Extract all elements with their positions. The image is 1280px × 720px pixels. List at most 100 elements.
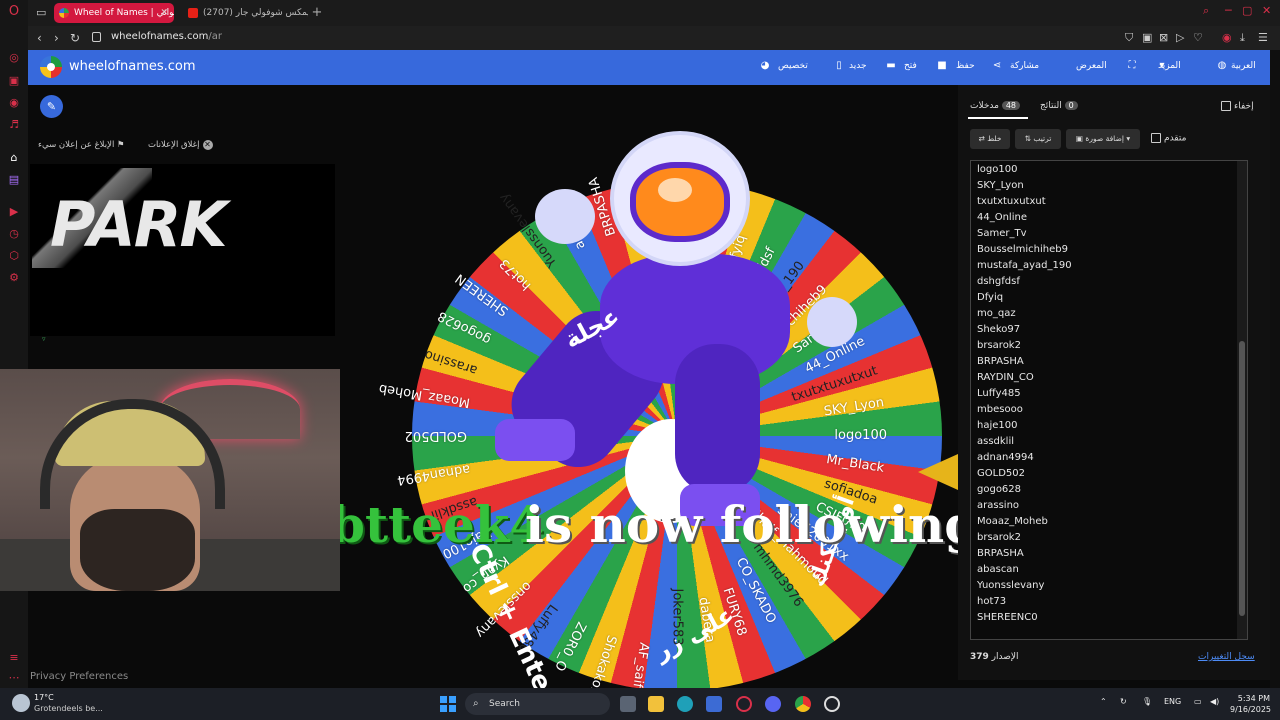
bag-icon[interactable]: ▣	[6, 73, 22, 89]
hide-checkbox[interactable]	[1221, 101, 1231, 111]
add-image-button[interactable]: ▣ إضافة صورة ▾	[1066, 129, 1140, 149]
task-view-icon[interactable]	[620, 696, 636, 712]
opera-gx-icon[interactable]: ≡	[6, 650, 22, 666]
entry-line[interactable]: BRPASHA	[977, 548, 1024, 559]
sort-button[interactable]: ⇅ ترتيب	[1015, 129, 1061, 149]
search-tabs-icon[interactable]: ⌕	[1203, 4, 1209, 18]
entry-line[interactable]: gogo628	[977, 484, 1021, 495]
tab-results[interactable]: النتائج 0	[1040, 101, 1081, 111]
favorite-heart-icon[interactable]: ♡	[1193, 31, 1203, 44]
messenger-icon[interactable]: ◉	[6, 95, 22, 111]
entry-line[interactable]: Sheko97	[977, 324, 1020, 335]
entry-line[interactable]: arassino	[977, 500, 1019, 511]
entry-line[interactable]: SHEREENC0	[977, 612, 1038, 623]
profile-icon[interactable]: ◉	[1222, 31, 1232, 44]
entry-line[interactable]: hot73	[977, 596, 1006, 607]
entry-line[interactable]: haje100	[977, 420, 1017, 431]
edit-pencil-icon[interactable]: ✎	[40, 95, 63, 118]
music-icon[interactable]: ♬	[6, 117, 22, 133]
easy-setup-icon[interactable]: ☰	[1258, 31, 1268, 44]
entry-line[interactable]: brsarok2	[977, 340, 1021, 351]
weather-desc[interactable]: Grotendeels be...	[34, 704, 103, 713]
entry-line[interactable]: Luffy485	[977, 388, 1021, 399]
entry-line[interactable]: dshgfdsf	[977, 276, 1020, 287]
entries-textarea[interactable]: logo100 SKY_Lyon txutxtuxutxut 44_Online Sam…	[970, 160, 1248, 640]
close-window-icon[interactable]: ✕	[1262, 4, 1271, 17]
site-brand[interactable]: wheelofnames.com	[69, 59, 196, 74]
report-ad-link[interactable]: الإبلاغ عن إعلان سيء ⚑	[38, 140, 125, 150]
customize-button[interactable]: تخصيص	[778, 61, 808, 71]
tab-close-icon[interactable]: ✕	[154, 3, 174, 23]
aria-icon[interactable]: ◎	[6, 50, 22, 66]
advanced-checkbox[interactable]	[1151, 133, 1161, 143]
ad-choices-icon[interactable]: ▿	[42, 335, 46, 343]
entry-line[interactable]: Yuonsslevany	[977, 580, 1044, 591]
start-windows-icon[interactable]	[440, 696, 456, 712]
maximize-icon[interactable]: ▢	[1242, 4, 1252, 17]
chrome-icon[interactable]	[795, 696, 811, 712]
tab-entries[interactable]: مدخلات 48	[970, 101, 1023, 111]
extensions-icon[interactable]: ⬡	[6, 248, 22, 264]
twitch-icon[interactable]: ▤	[6, 172, 22, 188]
entry-line[interactable]: mbesooo	[977, 404, 1023, 415]
share-button[interactable]: مشاركة	[1010, 61, 1039, 71]
clock[interactable]: 5:34 PM 9/16/2025	[1230, 693, 1271, 715]
language-button[interactable]: العربية	[1231, 61, 1256, 71]
weather-temp[interactable]: 17°C	[34, 693, 54, 702]
entry-line[interactable]: logo100	[977, 164, 1017, 175]
back-icon[interactable]: ‹	[37, 30, 42, 46]
fullscreen-icon[interactable]: ⛶	[1126, 60, 1138, 72]
entry-line[interactable]: mustafa_ayad_190	[977, 260, 1072, 271]
entry-line[interactable]: adnan4994	[977, 452, 1034, 463]
network-icon[interactable]: ▭	[1194, 697, 1202, 706]
site-logo-icon[interactable]	[40, 56, 62, 78]
entry-line[interactable]: SKY_Lyon	[977, 180, 1024, 191]
hide-checkbox-label[interactable]: إخفاء	[1221, 101, 1254, 112]
more-dots-icon[interactable]: ⋯	[6, 670, 22, 686]
privacy-preferences-link[interactable]: Privacy Preferences	[30, 671, 128, 682]
obs-icon[interactable]	[824, 696, 840, 712]
save-button[interactable]: حفظ	[956, 61, 975, 71]
entry-line[interactable]: Bousselmichiheb9	[977, 244, 1068, 255]
entry-line[interactable]: txutxtuxutxut	[977, 196, 1046, 207]
entry-line[interactable]: mo_qaz	[977, 308, 1016, 319]
discord-icon[interactable]	[765, 696, 781, 712]
workspace-icon[interactable]: ⌂	[6, 150, 22, 166]
history-icon[interactable]: ◷	[6, 226, 22, 242]
gallery-button[interactable]: المعرض	[1076, 61, 1107, 71]
entry-line[interactable]: Samer_Tv	[977, 228, 1027, 239]
new-button[interactable]: جديد	[849, 61, 867, 71]
open-button[interactable]: فتح	[904, 61, 917, 71]
opera-gx-taskbar-icon[interactable]	[736, 696, 752, 712]
opera-logo-icon[interactable]: O	[6, 4, 22, 20]
snapshot-icon[interactable]: ▣	[1142, 31, 1152, 44]
store-icon[interactable]	[706, 696, 722, 712]
sync-icon[interactable]: ↻	[1120, 697, 1127, 706]
shuffle-button[interactable]: ⇄ خلط	[970, 129, 1010, 149]
microphone-icon[interactable]: 🎙	[1142, 697, 1152, 706]
entry-line[interactable]: BRPASHA	[977, 356, 1024, 367]
scrollbar-thumb[interactable]	[1239, 341, 1245, 616]
player-control-icon[interactable]: ▷	[1176, 31, 1184, 44]
download-icon[interactable]: ⤓	[1240, 31, 1245, 45]
tab-overview-icon[interactable]: ▭	[36, 6, 46, 19]
player-icon[interactable]: ▶	[6, 204, 22, 220]
advanced-checkbox-label[interactable]: متقدم	[1151, 133, 1186, 144]
close-ads-button[interactable]: إغلاق الإعلانات ✕	[148, 140, 213, 150]
more-menu-button[interactable]: المزيد	[1158, 61, 1181, 71]
entry-line[interactable]: brsarok2	[977, 532, 1021, 543]
entry-line[interactable]: abascan	[977, 564, 1019, 575]
url-field[interactable]: wheelofnames.com/ar	[111, 31, 222, 42]
edge-icon[interactable]	[677, 696, 693, 712]
bookmark-icon[interactable]: ⛉	[1125, 31, 1133, 45]
tray-chevron-icon[interactable]: ⌃	[1100, 697, 1107, 706]
volume-icon[interactable]: ◀)	[1210, 697, 1219, 706]
taskbar-search[interactable]: ⌕ Search	[465, 693, 610, 715]
entry-line[interactable]: Moaaz_Moheb	[977, 516, 1048, 527]
weather-cloud-icon[interactable]	[12, 694, 30, 712]
file-explorer-icon[interactable]	[648, 696, 664, 712]
entry-line[interactable]: GOLD502	[977, 468, 1025, 479]
changelog-link[interactable]: سجل التغييرات	[1198, 652, 1255, 662]
entry-line[interactable]: 44_Online	[977, 212, 1027, 223]
entry-line[interactable]: assdklil	[977, 436, 1014, 447]
